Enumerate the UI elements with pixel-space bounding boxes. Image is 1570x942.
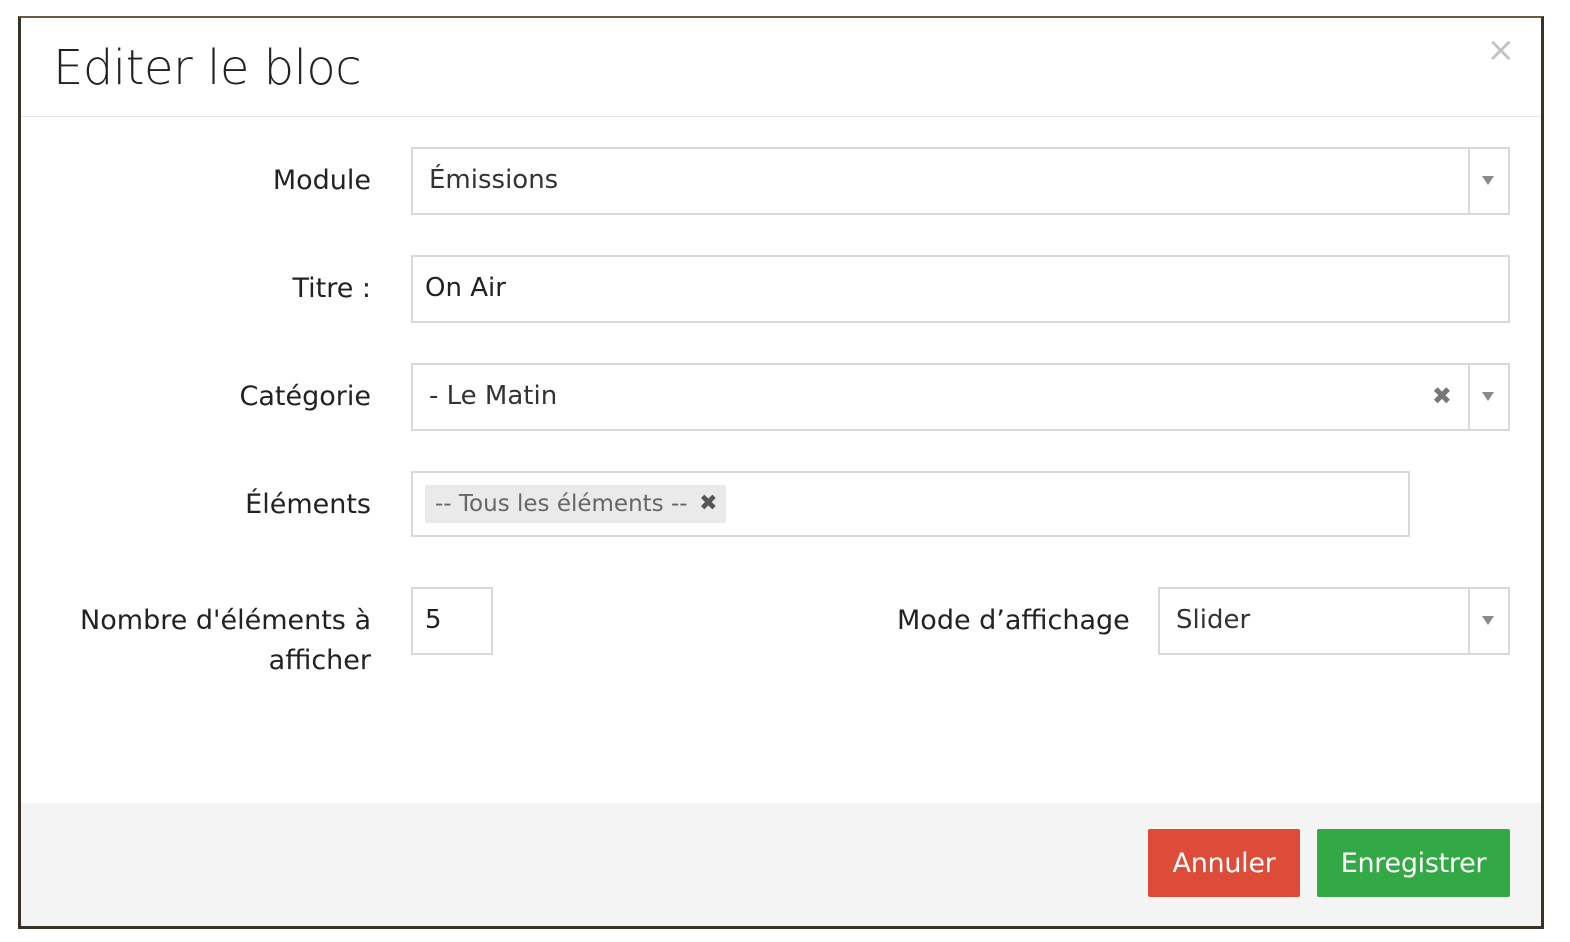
modal-footer: Annuler Enregistrer (21, 803, 1541, 926)
module-select-arrow[interactable] (1468, 149, 1508, 213)
modal-body: Module Émissions Titre : On Air Catégori… (21, 117, 1541, 803)
module-select[interactable]: Émissions (411, 147, 1510, 215)
elements-tag-label: -- Tous les éléments -- (435, 491, 688, 517)
nombre-label-line1: Nombre d'éléments à (80, 605, 371, 636)
titre-input-value: On Air (425, 273, 506, 303)
chevron-down-icon (1482, 616, 1494, 625)
mode-select-arrow[interactable] (1468, 589, 1508, 653)
module-label: Module (272, 165, 371, 196)
chevron-down-icon (1482, 392, 1494, 401)
close-icon[interactable]: × (1487, 32, 1516, 68)
nombre-label-line2: afficher (268, 645, 371, 676)
nombre-input[interactable]: 5 (411, 587, 493, 655)
categorie-select-value: - Le Matin (429, 381, 558, 411)
module-select-value: Émissions (429, 165, 559, 195)
nombre-input-value: 5 (425, 605, 442, 635)
tag-remove-icon[interactable]: ✖ (699, 485, 717, 523)
mode-select[interactable]: Slider (1158, 587, 1510, 655)
modal-header: Editer le bloc × (21, 18, 1541, 117)
save-button[interactable]: Enregistrer (1317, 829, 1510, 897)
categorie-select-arrow[interactable] (1468, 365, 1508, 429)
elements-label: Éléments (245, 489, 371, 520)
elements-tag: -- Tous les éléments -- ✖ (425, 485, 726, 523)
modal-title: Editer le bloc (53, 40, 362, 96)
categorie-label: Catégorie (239, 381, 371, 412)
mode-label: Mode d’affichage (897, 605, 1130, 636)
clear-icon[interactable]: ✖ (1432, 365, 1452, 427)
titre-label: Titre : (292, 273, 371, 304)
cancel-button[interactable]: Annuler (1148, 829, 1300, 897)
mode-select-value: Slider (1176, 605, 1251, 635)
elements-multiselect[interactable]: -- Tous les éléments -- ✖ (411, 471, 1410, 537)
chevron-down-icon (1482, 176, 1494, 185)
edit-block-modal: Editer le bloc × Module Émissions Titre … (18, 16, 1544, 929)
titre-input[interactable]: On Air (411, 255, 1510, 323)
categorie-select[interactable]: - Le Matin ✖ (411, 363, 1510, 431)
